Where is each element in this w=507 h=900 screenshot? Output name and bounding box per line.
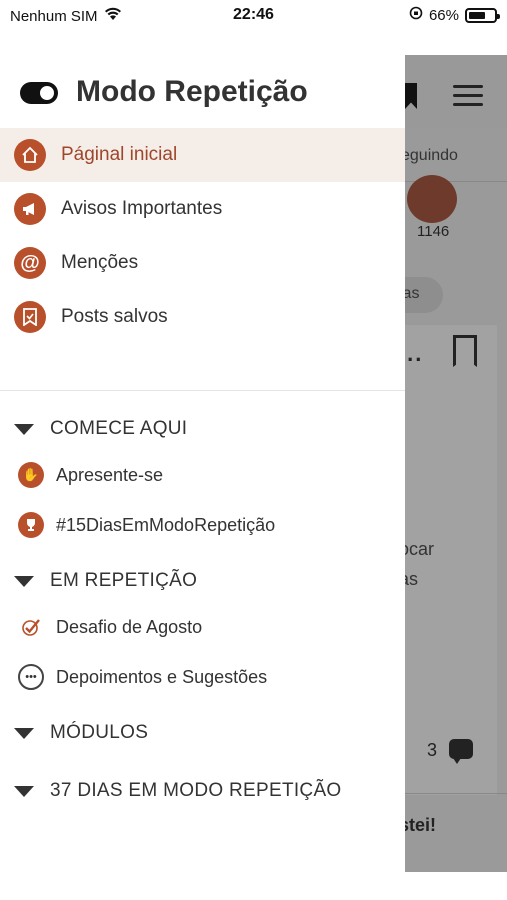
battery-fill bbox=[469, 11, 485, 19]
check-icon bbox=[18, 614, 44, 640]
battery-tip bbox=[497, 13, 500, 19]
trophy-icon bbox=[18, 512, 44, 538]
background-pill-label: las bbox=[405, 285, 420, 302]
nav-item-label: Avisos Importantes bbox=[61, 198, 223, 219]
channel-label: #15DiasEmModoRepetição bbox=[56, 514, 276, 535]
channel-item[interactable]: #15DiasEmModoRepetição bbox=[0, 500, 405, 550]
member-count: 1146 bbox=[417, 223, 450, 240]
hamburger-menu-icon bbox=[453, 85, 483, 107]
channel-item[interactable]: ✋ Apresente-se bbox=[0, 450, 405, 500]
section-header-comece-aqui[interactable]: COMECE AQUI bbox=[0, 408, 405, 450]
drawer-divider bbox=[0, 390, 405, 391]
more-options-icon: ... bbox=[405, 341, 424, 366]
home-icon bbox=[14, 139, 46, 171]
status-bar: Nenhum SIM 22:46 66% bbox=[0, 0, 507, 30]
at-icon: @ bbox=[14, 247, 46, 279]
section-title: EM REPETIÇÃO bbox=[50, 570, 198, 591]
avatar bbox=[407, 175, 457, 223]
channel-item[interactable]: ••• Depoimentos e Sugestões bbox=[0, 652, 405, 702]
drawer-header: Modo Repetição bbox=[0, 70, 405, 120]
drawer-sections: COMECE AQUI ✋ Apresente-se #15DiasEmModo… bbox=[0, 398, 405, 812]
caret-down-icon bbox=[14, 785, 34, 797]
comment-count: 3 bbox=[427, 740, 438, 760]
background-card bbox=[405, 325, 497, 795]
status-right: 66% bbox=[409, 6, 500, 24]
section-header-em-repeticao[interactable]: EM REPETIÇÃO bbox=[0, 560, 405, 602]
nav-item-mentions[interactable]: @ Menções bbox=[0, 236, 405, 290]
card-text-line-2: as bbox=[405, 569, 419, 589]
background-separator bbox=[405, 793, 507, 794]
caret-down-icon bbox=[14, 423, 34, 435]
background-app-overlay[interactable]: eguindo 1146 las ... ocar as 3 stei! bbox=[405, 55, 507, 872]
nav-item-label: Menções bbox=[61, 252, 139, 273]
channel-label: Apresente-se bbox=[56, 464, 164, 485]
section-title: MÓDULOS bbox=[50, 722, 149, 743]
caret-down-icon bbox=[14, 575, 34, 587]
drawer-nav: Páginal inicial Avisos Importantes @ Men… bbox=[0, 128, 405, 344]
nav-item-home[interactable]: Páginal inicial bbox=[0, 128, 405, 182]
bookmark-icon bbox=[14, 301, 46, 333]
hand-wave-icon: ✋ bbox=[18, 462, 44, 488]
side-drawer: Modo Repetição Páginal inicial Avisos Im… bbox=[0, 30, 405, 900]
speech-bubble-icon: ••• bbox=[18, 664, 44, 690]
toggle-knob bbox=[38, 84, 56, 102]
channel-item[interactable]: Desafio de Agosto bbox=[0, 602, 405, 652]
battery-percent: 66% bbox=[428, 6, 459, 24]
megaphone-icon bbox=[14, 193, 46, 225]
section-header-modulos[interactable]: MÓDULOS bbox=[0, 712, 405, 754]
channel-label: Depoimentos e Sugestões bbox=[56, 666, 268, 687]
nav-item-label: Páginal inicial bbox=[61, 144, 178, 165]
caret-down-icon bbox=[14, 727, 34, 739]
comment-icon bbox=[449, 739, 473, 764]
post-text: stei! bbox=[405, 815, 437, 835]
card-text-line-1: ocar bbox=[405, 539, 435, 559]
battery-icon bbox=[465, 7, 500, 23]
background-tab-label: eguindo bbox=[405, 147, 458, 164]
channel-label: Desafio de Agosto bbox=[56, 616, 203, 637]
nav-item-saved-posts[interactable]: Posts salvos bbox=[0, 290, 405, 344]
section-title: 37 DIAS EM MODO REPETIÇÃO bbox=[50, 780, 342, 801]
nav-item-label: Posts salvos bbox=[61, 306, 168, 327]
section-title: COMECE AQUI bbox=[50, 418, 188, 439]
section-header-37-dias[interactable]: 37 DIAS EM MODO REPETIÇÃO bbox=[0, 770, 405, 812]
toggle-icon[interactable] bbox=[20, 82, 58, 104]
orientation-lock-icon bbox=[409, 6, 423, 24]
app-title: Modo Repetição bbox=[76, 75, 308, 108]
nav-item-announcements[interactable]: Avisos Importantes bbox=[0, 182, 405, 236]
